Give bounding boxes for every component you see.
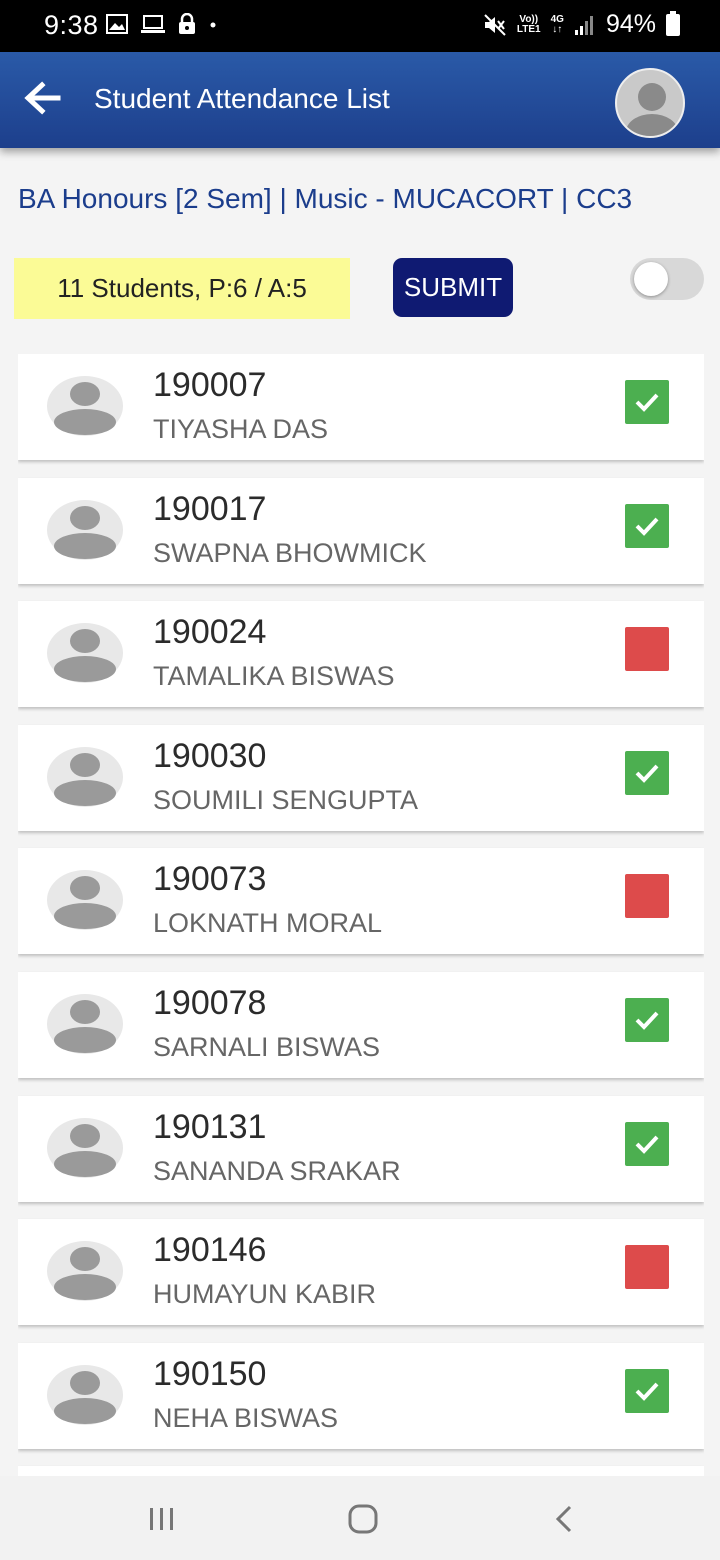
attendance-checkbox[interactable] [625, 874, 669, 919]
attendance-checkbox[interactable] [625, 1121, 669, 1166]
attendance-checkbox[interactable] [625, 998, 669, 1042]
student-name: SARNALI BISWAS [153, 1032, 381, 1062]
student-name: TAMALIKA BISWAS [153, 661, 395, 692]
student-card[interactable]: 190024 TAMALIKA BISWAS [18, 601, 704, 708]
home-button[interactable] [338, 1494, 388, 1544]
status-bar: 9:38 Vo)) LTE1 4G ↓↑ 94% [0, 0, 720, 52]
student-avatar-icon [47, 499, 123, 560]
toggle-knob [634, 262, 668, 296]
attendance-checkbox[interactable] [625, 503, 669, 548]
system-nav-bar [0, 1476, 720, 1560]
student-card[interactable]: 190030 SOUMILI SENGUPTA [18, 724, 704, 831]
submit-button[interactable]: SUBMIT [393, 258, 513, 317]
student-roll: 190078 [153, 984, 267, 1022]
student-avatar-icon [47, 994, 123, 1054]
laptop-icon [141, 15, 165, 33]
student-roll: 190007 [153, 366, 267, 404]
student-card[interactable]: 190146 HUMAYUN KABIR [18, 1219, 704, 1326]
attendance-checkbox[interactable] [625, 627, 669, 672]
dot-icon [210, 22, 216, 28]
checkmark-icon [635, 1382, 659, 1401]
checkmark-icon [635, 1135, 659, 1154]
student-roll: 190131 [153, 1107, 267, 1146]
back-arrow-icon [24, 81, 61, 115]
student-name: SWAPNA BHOWMICK [153, 537, 427, 568]
student-roll: 190073 [153, 860, 267, 899]
student-roll: 190146 [153, 1231, 267, 1270]
attendance-checkbox[interactable] [625, 750, 669, 795]
student-name: LOKNATH MORAL [153, 908, 383, 939]
network-type: 4G ↓↑ [550, 13, 564, 35]
student-roll: 190150 [153, 1354, 267, 1393]
student-card[interactable]: 190131 SANANDA SRAKAR [18, 1095, 704, 1202]
student-list[interactable]: 190007 TIYASHA DAS 190017 SWAPNA BHOWMICK 19… [18, 354, 704, 1476]
student-name: NEHA BISWAS [153, 1402, 339, 1433]
attendance-checkbox[interactable] [625, 1245, 669, 1290]
nav-back-button[interactable] [540, 1494, 590, 1544]
recent-apps-button[interactable] [137, 1494, 187, 1544]
student-avatar-icon [47, 376, 123, 436]
student-avatar-icon [47, 870, 123, 931]
app-bar: Student Attendance List [0, 52, 720, 148]
student-avatar-icon [47, 1241, 123, 1302]
student-name: SANANDA SRAKAR [153, 1155, 401, 1186]
student-card[interactable]: 190007 TIYASHA DAS [18, 354, 704, 460]
mute-icon [484, 13, 506, 36]
back-button[interactable] [22, 78, 62, 118]
student-avatar-icon [47, 1117, 123, 1178]
student-avatar-icon [47, 623, 123, 684]
student-avatar-icon [47, 1364, 123, 1425]
checkmark-icon [635, 393, 659, 412]
attendance-checkbox[interactable] [625, 380, 669, 424]
checkmark-icon [635, 764, 659, 783]
student-name: HUMAYUN KABIR [153, 1279, 377, 1310]
course-info: BA Honours [2 Sem] | Music - MUCACORT | … [18, 183, 633, 214]
student-card-partial[interactable] [18, 1466, 704, 1476]
student-card[interactable]: 190078 SARNALI BISWAS [18, 972, 704, 1078]
attendance-checkbox[interactable] [625, 1368, 669, 1413]
mark-all-toggle[interactable] [630, 258, 704, 300]
profile-avatar-icon [626, 83, 678, 136]
student-name: TIYASHA DAS [153, 414, 329, 444]
student-avatar-icon [47, 746, 123, 807]
status-time: 9:38 [44, 10, 99, 40]
student-roll: 190030 [153, 736, 267, 775]
gallery-icon [106, 14, 128, 34]
student-card[interactable]: 190150 NEHA BISWAS [18, 1342, 704, 1449]
profile-avatar[interactable] [615, 68, 685, 138]
student-roll: 190017 [153, 489, 267, 528]
signal-icon [574, 15, 593, 35]
student-card[interactable]: 190017 SWAPNA BHOWMICK [18, 477, 704, 584]
network-label: Vo)) LTE1 [516, 13, 541, 35]
checkmark-icon [635, 1011, 659, 1030]
student-roll: 190024 [153, 613, 267, 652]
student-card[interactable]: 190073 LOKNATH MORAL [18, 848, 704, 955]
checkmark-icon [635, 517, 659, 536]
attendance-summary: 11 Students, P:6 / A:5 [14, 258, 350, 319]
recent-apps-icon [150, 1508, 173, 1530]
lock-icon [179, 13, 195, 34]
page-title: Student Attendance List [94, 83, 390, 114]
home-icon [348, 1504, 378, 1534]
back-icon [555, 1505, 572, 1533]
battery-percent: 94% [605, 10, 656, 38]
battery-icon [666, 10, 680, 36]
student-name: SOUMILI SENGUPTA [153, 784, 419, 815]
